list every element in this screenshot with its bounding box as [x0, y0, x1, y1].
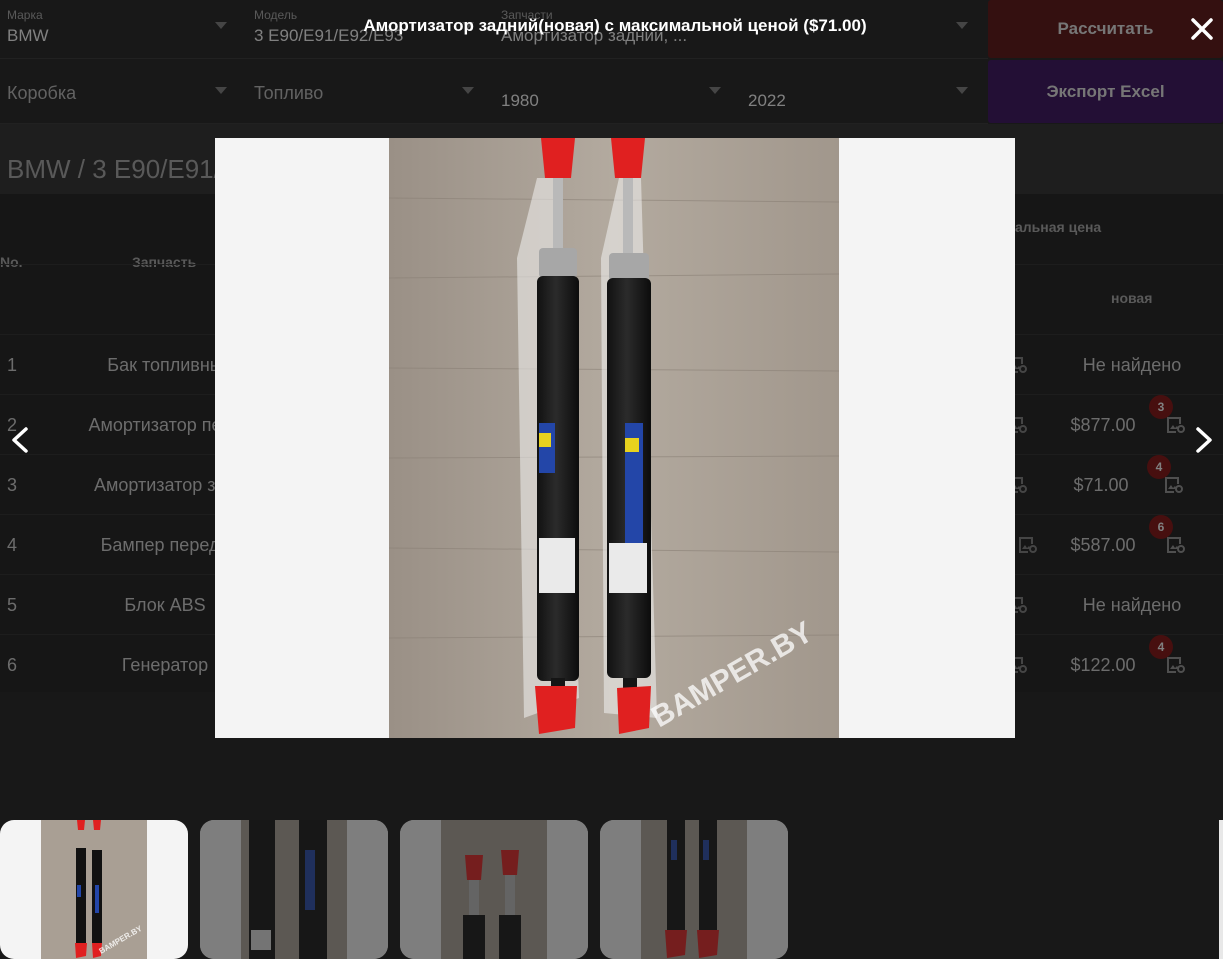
app-window: Марка BMW Модель 3 E90/E91/E92/E93 Запча…	[0, 0, 1223, 959]
thumbnail[interactable]	[200, 820, 388, 959]
thumbnail-image	[641, 820, 747, 959]
thumbnail-edge	[1219, 820, 1223, 959]
close-icon[interactable]	[1189, 16, 1215, 42]
thumbnail[interactable]	[400, 820, 588, 959]
thumbnail-image: BAMPER.BY	[41, 820, 147, 959]
chevron-left-icon[interactable]	[6, 425, 36, 455]
thumbnail-image	[241, 820, 347, 959]
lightbox-caption: Амортизатор задний(новая) с максимальной…	[363, 16, 867, 35]
thumbnail-image	[441, 820, 547, 959]
lightbox-image-frame: BAMPER.BY	[215, 138, 1015, 738]
thumbnail-strip: BAMPER.BY	[0, 820, 1223, 959]
lightbox-overlay[interactable]: Амортизатор задний(новая) с максимальной…	[0, 0, 1223, 959]
shock-absorber-photo: BAMPER.BY	[389, 138, 839, 738]
thumbnail-active[interactable]: BAMPER.BY	[0, 820, 188, 959]
chevron-right-icon[interactable]	[1188, 425, 1218, 455]
thumbnail[interactable]	[600, 820, 788, 959]
